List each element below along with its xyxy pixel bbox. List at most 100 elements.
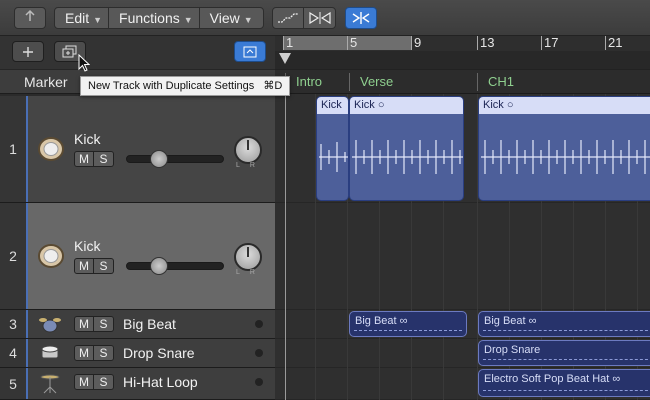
marker-ch1[interactable]: CH1 (477, 73, 650, 91)
pan-knob[interactable] (234, 243, 262, 271)
track-name[interactable]: Drop Snare (123, 345, 195, 361)
track-color-bar (26, 368, 28, 399)
big-beat-region-ch1[interactable]: Big Beat ∞ (478, 311, 650, 337)
new-track-button[interactable] (12, 41, 44, 62)
mute-button[interactable]: M (74, 258, 94, 274)
track-header-3[interactable]: 3 M S Big Beat (0, 310, 275, 339)
region-name: Kick (317, 97, 348, 114)
hihat-region[interactable]: Electro Soft Pop Beat Hat ∞ (478, 369, 650, 397)
loop-icon: ∞ (612, 373, 621, 385)
catch-playhead-icon[interactable] (345, 7, 377, 29)
arrange-area[interactable]: Kick Kick ○ Kick ○ Big Beat ∞ Big Beat ∞… (275, 94, 650, 400)
pan-labels: LR (236, 269, 265, 276)
playhead-line[interactable] (285, 94, 286, 400)
flex-tool-icon[interactable] (273, 8, 305, 28)
track-color-bar (26, 96, 28, 202)
track-header-4[interactable]: 4 M S Drop Snare (0, 339, 275, 368)
mute-button[interactable]: M (74, 345, 94, 361)
region-name: Kick ○ (479, 97, 650, 114)
loop-icon: ∞ (528, 315, 537, 327)
midi-line (483, 390, 650, 391)
volume-slider[interactable] (126, 155, 224, 163)
view-menu[interactable]: View ▼ (200, 8, 259, 28)
playhead-icon[interactable] (278, 52, 292, 66)
record-enable-indicator[interactable] (255, 320, 263, 328)
region-name-text: Big Beat (484, 315, 526, 327)
midi-line (483, 330, 650, 331)
pan-left-label: L (236, 269, 250, 276)
record-enable-indicator[interactable] (255, 349, 263, 357)
region-name: Big Beat ∞ (350, 312, 466, 330)
drum-kit-icon (39, 318, 61, 333)
track-number: 5 (0, 368, 26, 399)
track-header-2[interactable]: 2 Kick M S LR (0, 203, 275, 310)
ruler-bar-9: 9 (414, 35, 422, 50)
track-number: 3 (0, 310, 26, 338)
mute-solo-group: M S (74, 151, 114, 167)
pan-knob[interactable] (234, 136, 262, 164)
track-name[interactable]: Kick (74, 238, 100, 254)
pan-labels: LR (236, 162, 265, 169)
solo-button[interactable]: S (94, 345, 114, 361)
solo-button[interactable]: S (94, 258, 114, 274)
drop-snare-region[interactable]: Drop Snare (478, 340, 650, 366)
edit-menu[interactable]: Edit ▼ (55, 8, 110, 28)
menu-group: Edit ▼ Functions ▼ View ▼ (54, 7, 264, 29)
ruler-bar-1: 1 (286, 35, 294, 50)
waveform (319, 142, 348, 172)
region-name: Drop Snare (484, 344, 541, 356)
bar-ruler[interactable]: 1 5 9 13 17 21 (275, 36, 650, 69)
region-name: Kick ○ (350, 97, 463, 114)
track-number: 1 (0, 96, 26, 202)
midi-line (483, 359, 650, 360)
marker-intro[interactable]: Intro (285, 73, 349, 91)
volume-knob[interactable] (150, 257, 168, 275)
mute-button[interactable]: M (74, 151, 94, 167)
solo-button[interactable]: S (94, 151, 114, 167)
volume-knob[interactable] (150, 150, 168, 168)
kick-region-intro[interactable]: Kick (316, 96, 349, 201)
tooltip-shortcut: ⌘D (263, 80, 283, 92)
track-number: 4 (0, 339, 26, 367)
solo-button[interactable]: S (94, 316, 114, 332)
track-header-5[interactable]: 5 M S Hi-Hat Loop (0, 368, 275, 400)
kick-region-verse[interactable]: Kick ○ (349, 96, 464, 201)
global-tracks-button[interactable] (234, 41, 266, 62)
back-arrow-icon[interactable] (14, 7, 46, 29)
hihat-icon (40, 374, 60, 394)
tooltip: New Track with Duplicate Settings ⌘D (80, 76, 291, 96)
record-enable-indicator[interactable] (255, 378, 263, 386)
chevron-down-icon: ▼ (93, 15, 103, 25)
track-lane-2[interactable] (275, 203, 650, 310)
pan-left-label: L (236, 162, 250, 169)
track-name[interactable]: Hi-Hat Loop (123, 374, 198, 390)
ruler-lower (275, 51, 650, 69)
ruler-bar-13: 13 (480, 35, 495, 50)
solo-button[interactable]: S (94, 374, 114, 390)
snare-drum-icon (41, 345, 59, 359)
arrange-toolbar: Edit ▼ Functions ▼ View ▼ (0, 0, 650, 36)
loop-icon: ∞ (399, 315, 408, 327)
region-name-text: Kick (354, 99, 375, 111)
mute-button[interactable]: M (74, 374, 94, 390)
chevron-down-icon: ▼ (183, 15, 193, 25)
edit-menu-label: Edit (65, 10, 90, 26)
marker-lane: Intro Verse CH1 (275, 69, 650, 94)
waveform-zoom-icon[interactable] (304, 8, 335, 28)
mute-solo-group: M S (74, 316, 114, 332)
region-name-text: Big Beat (355, 315, 397, 327)
track-name[interactable]: Kick (74, 131, 100, 147)
mouse-pointer-icon (78, 54, 90, 72)
big-beat-region-verse[interactable]: Big Beat ∞ (349, 311, 467, 337)
track-color-bar (26, 339, 28, 367)
functions-menu[interactable]: Functions ▼ (109, 8, 200, 28)
kick-region-ch1[interactable]: Kick ○ (478, 96, 650, 201)
marker-verse[interactable]: Verse (349, 73, 477, 91)
mute-button[interactable]: M (74, 316, 94, 332)
volume-slider[interactable] (126, 262, 224, 270)
track-color-bar (26, 310, 28, 338)
track-name[interactable]: Big Beat (123, 316, 176, 332)
ruler-bar-5: 5 (350, 35, 358, 50)
track-header-1[interactable]: 1 Kick M S LR (0, 96, 275, 203)
ruler-bar-17: 17 (544, 35, 559, 50)
